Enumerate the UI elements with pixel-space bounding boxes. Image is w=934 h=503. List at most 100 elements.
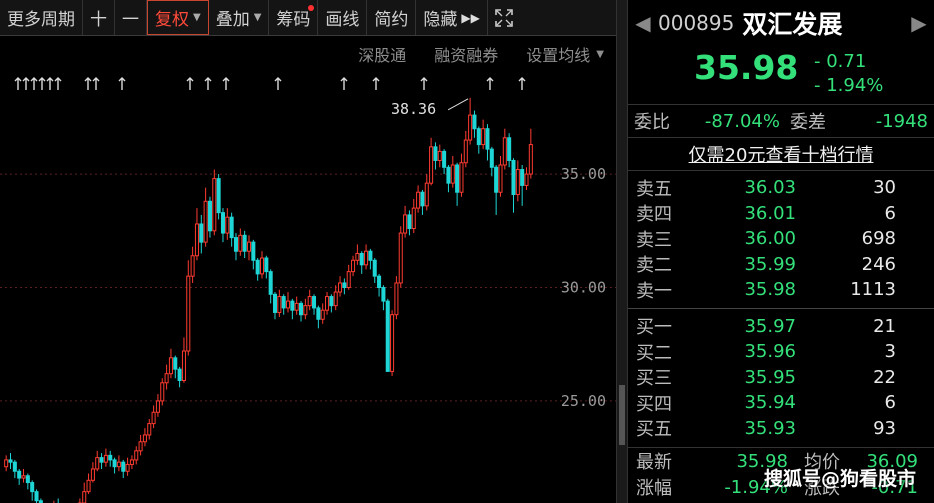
candle-body (450, 164, 455, 184)
event-marker-icon (118, 77, 126, 90)
candle-body (390, 314, 395, 372)
bid-row[interactable]: 买四 35.94 6 (628, 390, 934, 416)
candle-body (364, 250, 369, 266)
candle-body (112, 459, 117, 468)
collapse-handle[interactable] (619, 385, 625, 445)
candle-body (377, 275, 382, 289)
event-marker-icon (274, 77, 282, 90)
ma-settings-caret-icon[interactable]: ▼ (596, 49, 604, 60)
next-stock-icon[interactable]: ▶ (904, 11, 934, 35)
fuquan-dropdown[interactable]: 复权 ▼ (147, 0, 209, 35)
fullscreen-button[interactable] (488, 0, 520, 35)
candle-body (494, 166, 499, 193)
event-marker-icon (14, 77, 22, 90)
candle-body (398, 232, 403, 284)
event-marker-icon (22, 77, 30, 90)
book-separator (628, 307, 934, 309)
chouma-button[interactable]: 筹码 (269, 0, 319, 35)
event-marker-icon (518, 77, 526, 90)
bid-row[interactable]: 买二 35.96 3 (628, 339, 934, 365)
weibi-row: 委比 -87.04% 委差 -1948 (628, 105, 934, 138)
event-marker-icon (92, 77, 100, 90)
ask-level-label: 卖五 (636, 178, 672, 200)
candle-body (433, 146, 438, 161)
bid-price: 35.93 (744, 417, 796, 439)
event-marker-icon (340, 77, 348, 90)
event-marker-icon (38, 77, 46, 90)
hide-label: 隐藏 (423, 10, 458, 30)
bid-price: 35.94 (744, 392, 796, 414)
y-tick-label: 35.00 (561, 165, 606, 183)
candle-body (203, 200, 208, 243)
notification-dot-icon (308, 5, 315, 11)
ask-row[interactable]: 卖三 36.00 698 (628, 226, 934, 252)
bid-row[interactable]: 买五 35.93 93 (628, 416, 934, 442)
candle-body (82, 491, 87, 503)
candle-body (520, 169, 525, 186)
candle-body (8, 459, 13, 463)
high-pointer-line (447, 98, 469, 111)
candle-body (155, 400, 160, 413)
chevron-down-icon: ▼ (253, 12, 262, 23)
change-percent: - 1.94% (814, 75, 884, 96)
candle-body (229, 216, 234, 239)
fuquan-label: 复权 (155, 10, 189, 30)
bid-row[interactable]: 买三 35.95 22 (628, 365, 934, 391)
zoom-out-button[interactable]: 一 (115, 0, 147, 35)
simple-mode-button[interactable]: 简约 (367, 0, 417, 35)
chouma-label: 筹码 (276, 10, 311, 30)
panel-divider[interactable] (616, 0, 628, 503)
ask-row[interactable]: 卖一 35.98 1113 (628, 277, 934, 303)
candle-body (463, 139, 468, 164)
draw-line-label: 画线 (325, 10, 360, 30)
candle-body (459, 162, 464, 193)
candle-body (381, 287, 386, 302)
ask-row[interactable]: 卖四 36.01 6 (628, 201, 934, 227)
hide-button[interactable]: 隐藏 ▶▶ (416, 0, 488, 35)
stock-name: 双汇发展 (742, 10, 843, 39)
candle-body (108, 454, 113, 461)
candle-body (99, 457, 104, 463)
zhangfu-label: 涨幅 (636, 478, 672, 499)
bid-row[interactable]: 买一 35.97 21 (628, 314, 934, 340)
rongzi-link[interactable]: 融资融券 (434, 42, 498, 66)
stock-header: ◀ 000895 双汇发展 ▶ (628, 0, 934, 46)
prev-stock-icon[interactable]: ◀ (628, 11, 658, 35)
diejia-dropdown[interactable]: 叠加 ▼ (209, 0, 270, 35)
candle-body (25, 475, 30, 484)
candle-body (338, 282, 343, 293)
event-marker-icon (486, 77, 494, 90)
diejia-label: 叠加 (215, 10, 250, 30)
candle-body (272, 293, 278, 313)
candle-body (90, 468, 95, 481)
candlestick-chart[interactable]: 35.00 30.00 25.00 38.36 (0, 0, 616, 503)
bid-volume: 3 (884, 341, 896, 363)
ask-volume: 698 (861, 228, 896, 250)
ask-row[interactable]: 卖五 36.03 30 (628, 175, 934, 201)
candle-body (403, 214, 408, 234)
bid-level-label: 买二 (636, 342, 672, 364)
bid-price: 35.97 (744, 315, 796, 337)
candle-body (121, 461, 126, 472)
candle-body (17, 470, 22, 479)
event-marker-icon (186, 77, 194, 90)
draw-line-button[interactable]: 画线 (318, 0, 368, 35)
ask-price: 36.03 (744, 177, 796, 199)
candle-body (303, 305, 308, 316)
bid-level-label: 买四 (636, 393, 672, 415)
ask-row[interactable]: 卖二 35.99 246 (628, 252, 934, 278)
candle-body (294, 302, 299, 311)
zoom-in-button[interactable]: 十 (83, 0, 115, 35)
candle-body (351, 259, 356, 273)
candle-body (4, 459, 9, 468)
candle-body (207, 200, 212, 232)
level2-promo-link[interactable]: 仅需20元查看十档行情 (628, 138, 934, 171)
ask-level-label: 卖三 (636, 229, 672, 251)
more-period-button[interactable]: 更多周期 (0, 0, 83, 35)
candle-body (437, 150, 442, 161)
candle-body (385, 300, 390, 372)
bid-volume: 21 (873, 315, 896, 337)
ask-price: 35.98 (744, 279, 796, 301)
ma-settings-link[interactable]: 设置均线 (526, 42, 590, 66)
shengutong-link[interactable]: 深股通 (358, 42, 406, 66)
